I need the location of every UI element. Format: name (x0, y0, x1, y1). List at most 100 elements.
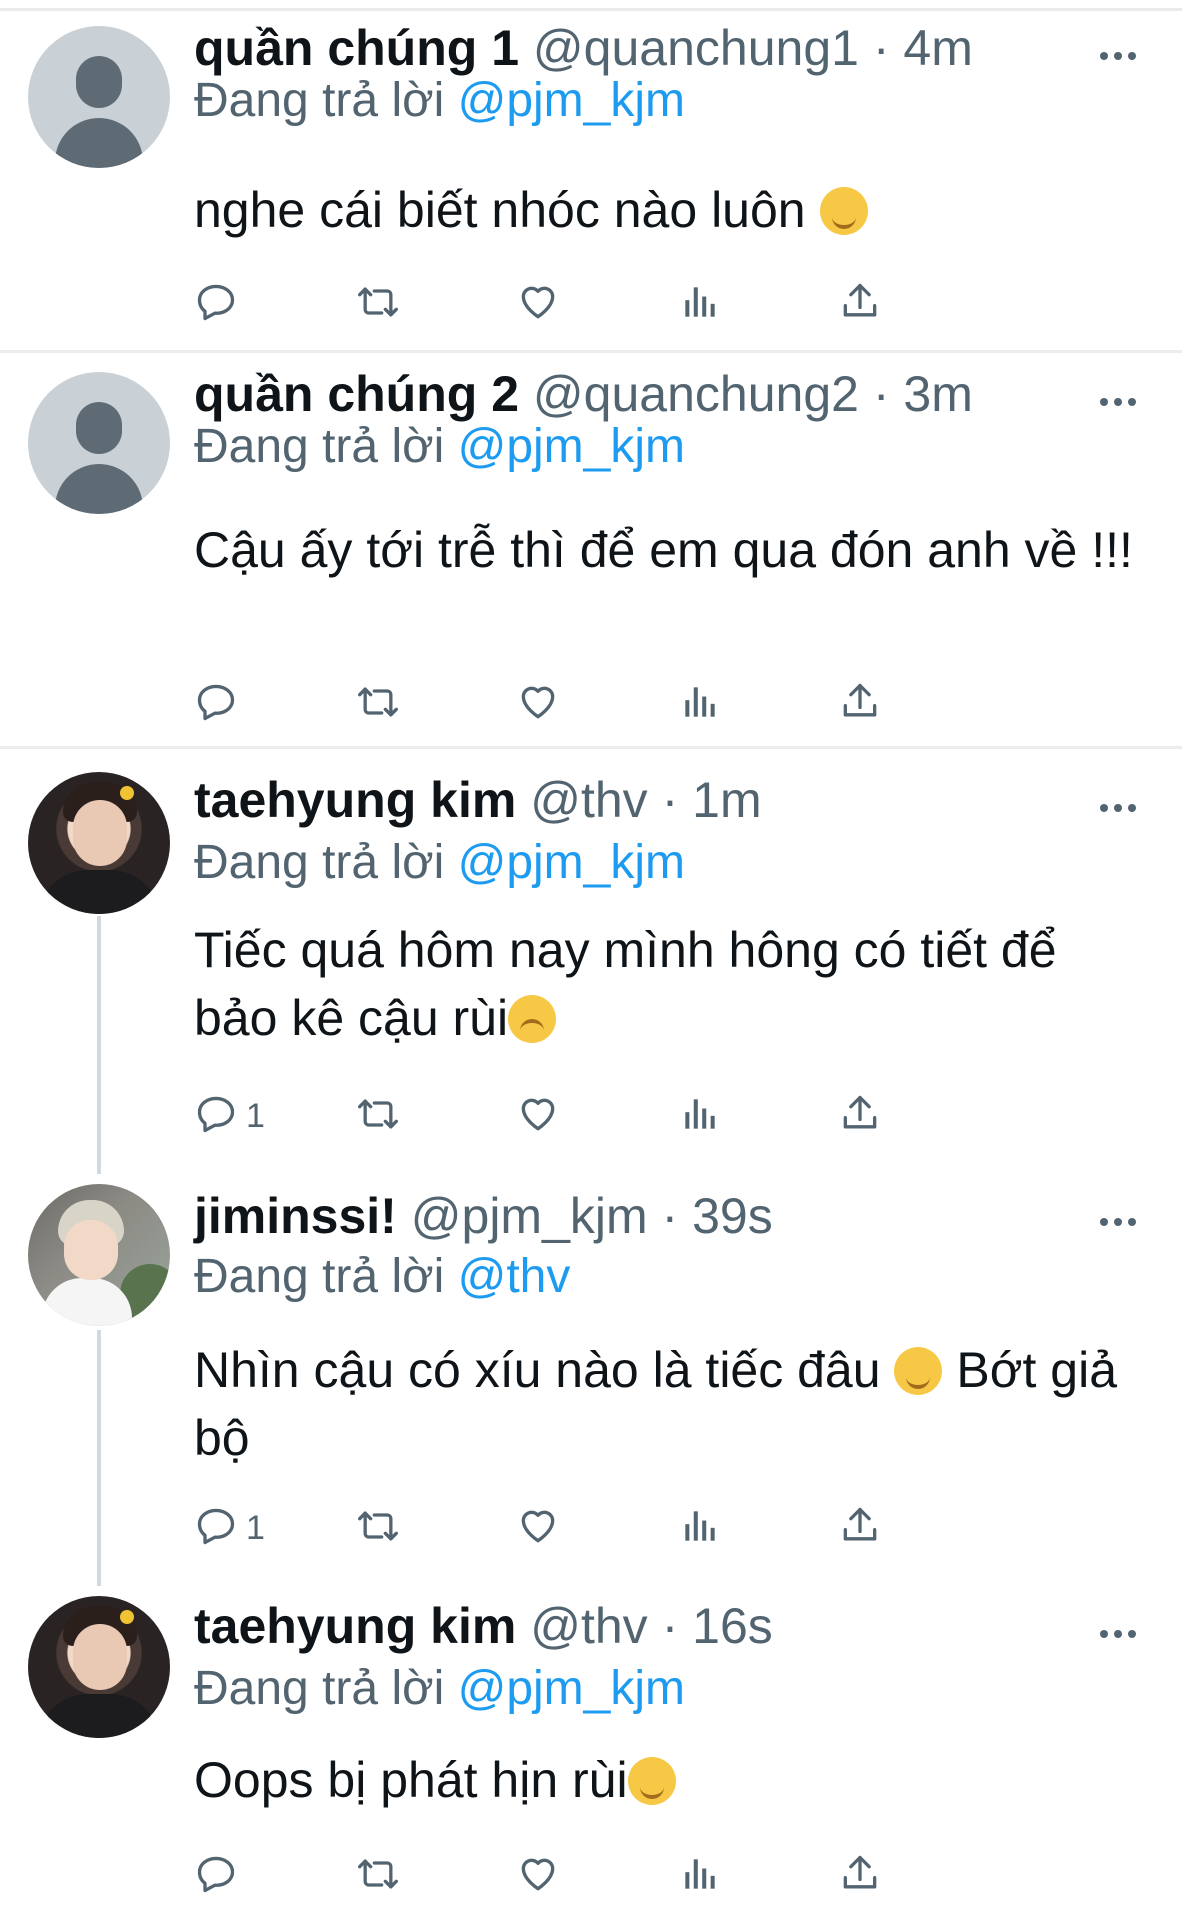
reply-icon[interactable]: 1 (194, 1092, 265, 1140)
thread-line (97, 1330, 101, 1586)
share-icon[interactable] (838, 1852, 882, 1900)
share-icon[interactable] (838, 1092, 882, 1140)
avatar[interactable] (28, 1596, 170, 1738)
retweet-icon[interactable] (354, 280, 402, 328)
tweet-actions (194, 280, 1054, 328)
replying-to: Đang trả lời @pjm_kjm (194, 1660, 685, 1718)
thread-line (97, 916, 101, 1174)
reply-icon[interactable] (194, 1852, 238, 1900)
views-icon[interactable] (678, 1092, 722, 1140)
reply-icon[interactable] (194, 680, 238, 728)
tweet-actions: 1 (194, 1504, 1054, 1552)
separator: · (661, 1188, 679, 1244)
top-divider (0, 8, 1182, 11)
separator: · (661, 772, 679, 828)
views-icon[interactable] (678, 680, 722, 728)
timestamp[interactable]: 3m (903, 366, 972, 422)
tweet-actions: 1 (194, 1092, 1054, 1140)
handle[interactable]: @pjm_kjm (411, 1188, 648, 1244)
reply-count: 1 (246, 1097, 265, 1135)
divider (0, 746, 1182, 749)
reply-prefix: Đang trả lời (194, 420, 445, 473)
views-icon[interactable] (678, 1504, 722, 1552)
separator: · (872, 366, 890, 422)
avatar[interactable] (28, 26, 170, 168)
share-icon[interactable] (838, 280, 882, 328)
tweet-text-content: Nhìn cậu có xíu nào là tiếc đâu (194, 1342, 881, 1398)
handle[interactable]: @quanchung1 (533, 20, 859, 76)
tweet-text: Tiếc quá hôm nay mình hông có tiết để bả… (194, 916, 1134, 1052)
shushing-face-icon (819, 187, 868, 235)
mention-link[interactable]: @pjm_kjm (458, 420, 685, 473)
display-name[interactable]: quần chúng 1 (194, 20, 519, 76)
avatar[interactable] (28, 772, 170, 914)
replying-to: Đang trả lời @pjm_kjm (194, 72, 685, 130)
mention-link[interactable]: @pjm_kjm (458, 836, 685, 889)
reply-prefix: Đang trả lời (194, 74, 445, 127)
retweet-icon[interactable] (354, 1504, 402, 1552)
replying-to: Đang trả lời @pjm_kjm (194, 834, 685, 892)
tweet-actions (194, 1852, 1054, 1900)
tweet-text: Nhìn cậu có xíu nào là tiếc đâu Bớt giả … (194, 1336, 1134, 1472)
reply-count: 1 (246, 1509, 265, 1547)
display-name[interactable]: taehyung kim (194, 772, 516, 828)
reply-icon[interactable]: 1 (194, 1504, 265, 1552)
retweet-icon[interactable] (354, 1092, 402, 1140)
retweet-icon[interactable] (354, 680, 402, 728)
mention-link[interactable]: @thv (458, 1250, 571, 1303)
mention-link[interactable]: @pjm_kjm (458, 1662, 685, 1715)
reply-prefix: Đang trả lời (194, 1250, 445, 1303)
like-icon[interactable] (516, 1852, 560, 1900)
tweet-header: quần chúng 2 @quanchung2 · 3m (194, 364, 973, 424)
tweet-text-content: Tiếc quá hôm nay mình hông có tiết để bả… (194, 922, 1057, 1046)
slightly-smiling-face-icon (894, 1347, 943, 1395)
reply-prefix: Đang trả lời (194, 836, 445, 889)
views-icon[interactable] (678, 1852, 722, 1900)
replying-to: Đang trả lời @pjm_kjm (194, 418, 685, 476)
timestamp[interactable]: 1m (692, 772, 761, 828)
more-icon[interactable] (1100, 46, 1144, 66)
reply-prefix: Đang trả lời (194, 1662, 445, 1715)
mention-link[interactable]: @pjm_kjm (458, 74, 685, 127)
more-icon[interactable] (1100, 1212, 1144, 1232)
display-name[interactable]: quần chúng 2 (194, 366, 519, 422)
share-icon[interactable] (838, 680, 882, 728)
reply-icon[interactable] (194, 280, 238, 328)
handle[interactable]: @quanchung2 (533, 366, 859, 422)
more-icon[interactable] (1100, 798, 1144, 818)
retweet-icon[interactable] (354, 1852, 402, 1900)
timestamp[interactable]: 39s (692, 1188, 773, 1244)
avatar[interactable] (28, 1184, 170, 1326)
tweet-header: taehyung kim @thv · 1m (194, 770, 762, 830)
display-name[interactable]: jiminssi! (194, 1188, 397, 1244)
share-icon[interactable] (838, 1504, 882, 1552)
tweet-text: Cậu ấy tới trễ thì để em qua đón anh về … (194, 522, 1133, 578)
more-icon[interactable] (1100, 392, 1144, 412)
pensive-face-icon (508, 995, 557, 1043)
divider (0, 350, 1182, 353)
tweet-text: Oops bị phát hịn rùi (194, 1746, 1134, 1814)
hand-over-mouth-face-icon (627, 1757, 676, 1805)
like-icon[interactable] (516, 280, 560, 328)
handle[interactable]: @thv (530, 772, 647, 828)
tweet-actions (194, 680, 1054, 728)
like-icon[interactable] (516, 1504, 560, 1552)
timestamp[interactable]: 16s (692, 1598, 773, 1654)
timestamp[interactable]: 4m (903, 20, 972, 76)
views-icon[interactable] (678, 280, 722, 328)
tweet-text: nghe cái biết nhóc nào luôn (194, 176, 1134, 244)
handle[interactable]: @thv (530, 1598, 647, 1654)
separator: · (872, 20, 890, 76)
replying-to: Đang trả lời @thv (194, 1248, 570, 1306)
like-icon[interactable] (516, 680, 560, 728)
tweet-header: taehyung kim @thv · 16s (194, 1596, 773, 1656)
tweet-header: quần chúng 1 @quanchung1 · 4m (194, 18, 973, 78)
tweet-text-content: Oops bị phát hịn rùi (194, 1752, 628, 1808)
tweet-text-content: nghe cái biết nhóc nào luôn (194, 182, 806, 238)
display-name[interactable]: taehyung kim (194, 1598, 516, 1654)
tweet-header: jiminssi! @pjm_kjm · 39s (194, 1186, 773, 1246)
avatar[interactable] (28, 372, 170, 514)
separator: · (661, 1598, 679, 1654)
more-icon[interactable] (1100, 1624, 1144, 1644)
like-icon[interactable] (516, 1092, 560, 1140)
